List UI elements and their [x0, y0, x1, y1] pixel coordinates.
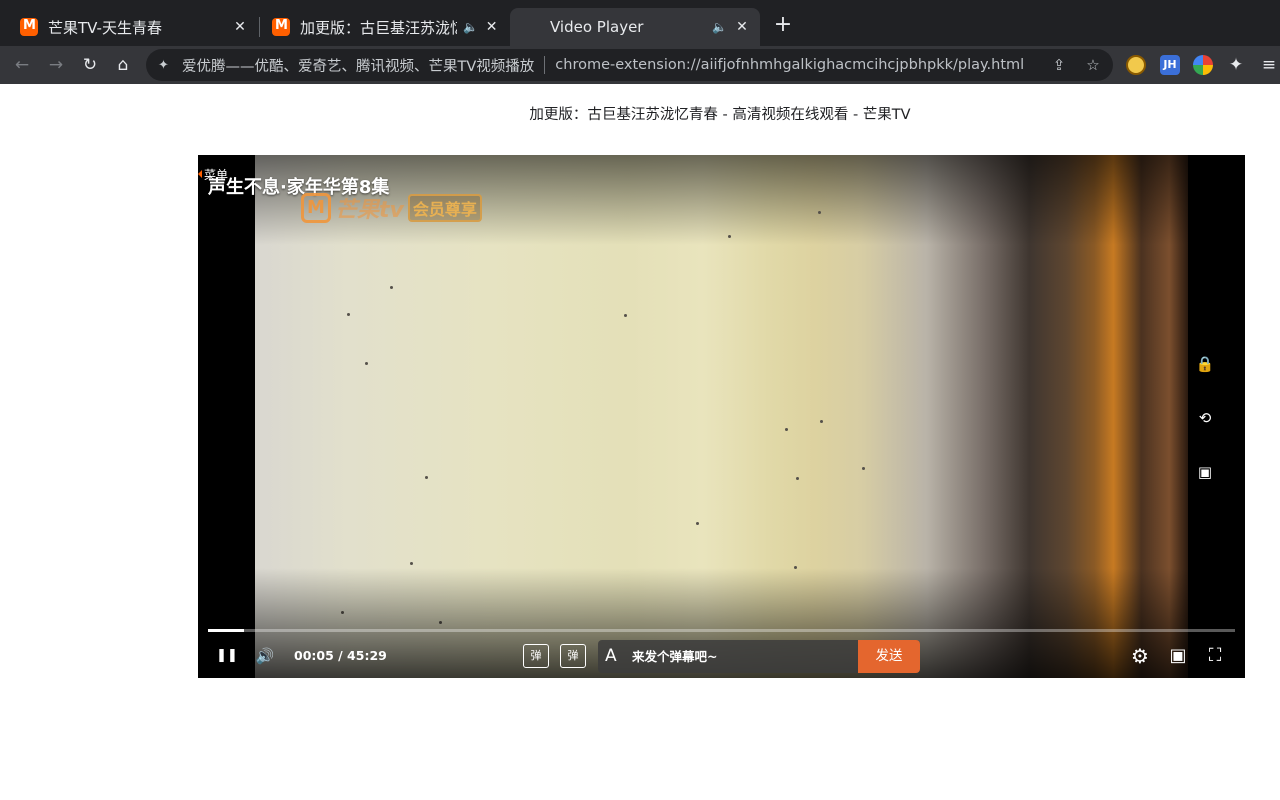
progress-played — [208, 629, 244, 632]
dust-speck — [365, 362, 368, 365]
dust-speck — [818, 211, 821, 214]
speaker-icon[interactable]: 🔈 — [463, 20, 478, 34]
close-icon[interactable]: ✕ — [485, 19, 498, 35]
page-title: 加更版：古巨基汪苏泷忆青春 - 高清视频在线观看 - 芒果TV — [529, 107, 911, 123]
picture-in-picture-icon[interactable]: ▣ — [1165, 644, 1191, 668]
mango-tv-logo-icon: M — [301, 193, 331, 223]
send-danmaku-button[interactable]: 发送 — [858, 640, 920, 673]
dust-speck — [624, 314, 627, 317]
rotate-icon[interactable]: ⟲ — [1193, 406, 1217, 430]
close-icon[interactable]: ✕ — [232, 19, 248, 35]
dust-speck — [390, 286, 393, 289]
jh-extension-icon[interactable]: JH — [1160, 55, 1180, 75]
watermark-text: 芒果tv — [335, 198, 404, 223]
share-icon[interactable]: ⇪ — [1047, 49, 1071, 81]
tab-title: 加更版：古巨基汪苏泷忆青春 — [300, 18, 457, 37]
fullscreen-icon[interactable]: ⛶ — [1202, 644, 1228, 668]
dust-speck — [341, 611, 344, 614]
address-bar[interactable]: ✦ 爱优腾——优酷、爱奇艺、腾讯视频、芒果TV视频播放 chrome-exten… — [146, 49, 1113, 81]
bookmark-star-icon[interactable]: ☆ — [1081, 49, 1105, 81]
mango-tv-watermark: M 芒果tv 会员尊享 — [301, 192, 519, 224]
dust-speck — [696, 522, 699, 525]
forward-button[interactable]: → — [43, 52, 69, 78]
tab-title: Video Player — [550, 18, 644, 36]
dust-speck — [439, 621, 442, 624]
tab-mango-tv-tiansheng[interactable]: 芒果TV-天生青春 ✕ — [8, 8, 258, 46]
progress-bar[interactable] — [208, 629, 1235, 632]
new-tab-button[interactable]: + — [772, 14, 794, 36]
speaker-icon[interactable]: 🔈 — [712, 20, 727, 34]
dust-speck — [785, 428, 788, 431]
tab-video-player[interactable]: Video Player 🔈 ✕ — [510, 8, 760, 191]
danmaku-input[interactable] — [632, 640, 854, 673]
dust-speck — [820, 420, 823, 423]
video-player[interactable]: 菜单 声生不息·家年华第8集 M 芒果tv 会员尊享 🔒 ⟲ ▣ ❚❚ 🔊 00… — [198, 155, 1245, 678]
mango-tv-icon — [20, 18, 38, 36]
volume-button[interactable]: 🔊 — [252, 644, 278, 668]
browser-toolbar: ← → ↻ ⌂ ✦ 爱优腾——优酷、爱奇艺、腾讯视频、芒果TV视频播放 chro… — [0, 46, 1280, 84]
extensions-puzzle-icon[interactable]: ✦ — [1223, 52, 1249, 78]
mango-tv-icon — [272, 18, 290, 36]
vip-badge: 会员尊享 — [407, 194, 482, 222]
tab-mango-tv-extra[interactable]: 加更版：古巨基汪苏泷忆青春 🔈 ✕ — [260, 8, 508, 46]
dust-speck — [425, 476, 428, 479]
pause-button[interactable]: ❚❚ — [214, 644, 240, 668]
tab-strip: 芒果TV-天生青春 ✕ 加更版：古巨基汪苏泷忆青春 🔈 ✕ Video Play… — [0, 0, 1280, 191]
danmaku-toggle-button[interactable]: 弹 — [523, 644, 549, 668]
danmaku-input-box: A 发送 — [598, 640, 920, 673]
dust-speck — [862, 467, 865, 470]
tab-title: 芒果TV-天生青春 — [48, 18, 162, 37]
url-separator — [544, 56, 546, 74]
puzzle-icon: ✦ — [158, 57, 169, 73]
url-text[interactable]: chrome-extension://aiifjofnhmhgalkighacm… — [555, 57, 1024, 73]
danmaku-style-icon[interactable]: A — [605, 644, 627, 668]
dust-speck — [796, 477, 799, 480]
back-button[interactable]: ← — [9, 52, 35, 78]
close-icon[interactable]: ✕ — [734, 19, 750, 35]
video-player-extension-icon[interactable] — [1126, 55, 1146, 75]
time-display: 00:05 / 45:29 — [294, 648, 387, 663]
site-name: 爱优腾——优酷、爱奇艺、腾讯视频、芒果TV视频播放 — [182, 58, 535, 75]
dust-speck — [410, 562, 413, 565]
mini-player-icon[interactable]: ▣ — [1193, 460, 1217, 484]
reload-button[interactable]: ↻ — [77, 52, 103, 78]
lock-icon[interactable]: 🔒 — [1193, 352, 1217, 376]
home-button[interactable]: ⌂ — [110, 52, 136, 78]
reading-list-icon[interactable]: ≡ — [1256, 52, 1280, 78]
dust-speck — [728, 235, 731, 238]
settings-gear-icon[interactable]: ⚙ — [1127, 644, 1153, 668]
colorful-extension-icon[interactable] — [1193, 55, 1213, 75]
dust-speck — [794, 566, 797, 569]
dust-speck — [347, 313, 350, 316]
danmaku-settings-button[interactable]: 弹 — [560, 644, 586, 668]
video-frame[interactable] — [255, 155, 1188, 678]
